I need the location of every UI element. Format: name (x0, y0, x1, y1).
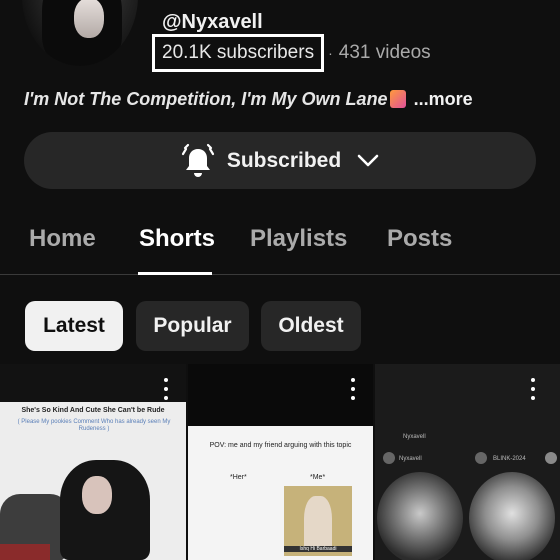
shorts-grid: She's So Kind And Cute She Can't be Rude… (0, 364, 560, 560)
thumbnail-person (304, 496, 332, 552)
chevron-down-icon (357, 154, 379, 166)
short-caption: She's So Kind And Cute She Can't be Rude (21, 407, 165, 414)
thumb-avatar (475, 452, 487, 464)
thumbnail-photo: Ishq Hi Barbaadi (284, 486, 352, 556)
more-options-icon[interactable] (163, 378, 169, 400)
label-me: *Me* (310, 474, 326, 481)
channel-tabs: Home Shorts Playlists Posts (0, 211, 560, 275)
chip-oldest[interactable]: Oldest (261, 301, 361, 351)
more-options-icon[interactable] (530, 378, 536, 400)
subscribed-button[interactable]: Subscribed (24, 132, 536, 189)
thumb-name-right: BLINK-2024 (493, 456, 526, 462)
thumb-name-left: Nyxavell (399, 456, 422, 462)
channel-avatar[interactable] (22, 0, 138, 66)
video-count: 431 videos (338, 42, 431, 63)
channel-bio[interactable]: I'm Not The Competition, I'm My Own Lane… (24, 89, 473, 110)
thumb-circle-photo (469, 472, 555, 560)
short-thumbnail[interactable]: Nyxavell Nyxavell BLINK-2024 (375, 364, 560, 560)
short-thumbnail[interactable]: She's So Kind And Cute She Can't be Rude… (0, 364, 186, 560)
bio-text: I'm Not The Competition, I'm My Own Lane (24, 89, 388, 109)
avatar-face (74, 0, 104, 38)
label-her: *Her* (230, 474, 247, 481)
short-thumbnail[interactable]: POV: me and my friend arguing with this … (188, 364, 373, 560)
bio-more-link[interactable]: ...more (414, 89, 473, 109)
channel-stats: 20.1K subscribers · 431 videos (152, 34, 431, 72)
thumb-avatar (545, 452, 557, 464)
tab-posts[interactable]: Posts (387, 225, 452, 253)
thumb-circle-photo (377, 472, 463, 560)
subscribed-label: Subscribed (226, 148, 342, 172)
stats-separator: · (328, 45, 333, 61)
channel-handle: @Nyxavell (162, 11, 263, 33)
chip-latest[interactable]: Latest (25, 301, 123, 351)
bell-icon (181, 143, 214, 177)
subscriber-count: 20.1K subscribers (152, 34, 325, 72)
thumbnail-face (82, 476, 112, 514)
thumb-name-top: Nyxavell (403, 434, 426, 440)
photo-caption: Ishq Hi Barbaadi (284, 546, 352, 552)
nail-polish-icon (389, 90, 406, 108)
tab-home[interactable]: Home (29, 225, 96, 253)
short-subcaption: ( Please My pookies Comment Who has alre… (17, 419, 171, 432)
tab-playlists[interactable]: Playlists (250, 225, 347, 253)
more-options-icon[interactable] (350, 378, 356, 400)
active-tab-indicator (138, 272, 212, 275)
short-caption: POV: me and my friend arguing with this … (209, 442, 352, 449)
chip-popular[interactable]: Popular (136, 301, 249, 351)
thumb-avatar (383, 452, 395, 464)
tab-shorts[interactable]: Shorts (139, 225, 215, 253)
thumbnail-detail (0, 544, 50, 560)
